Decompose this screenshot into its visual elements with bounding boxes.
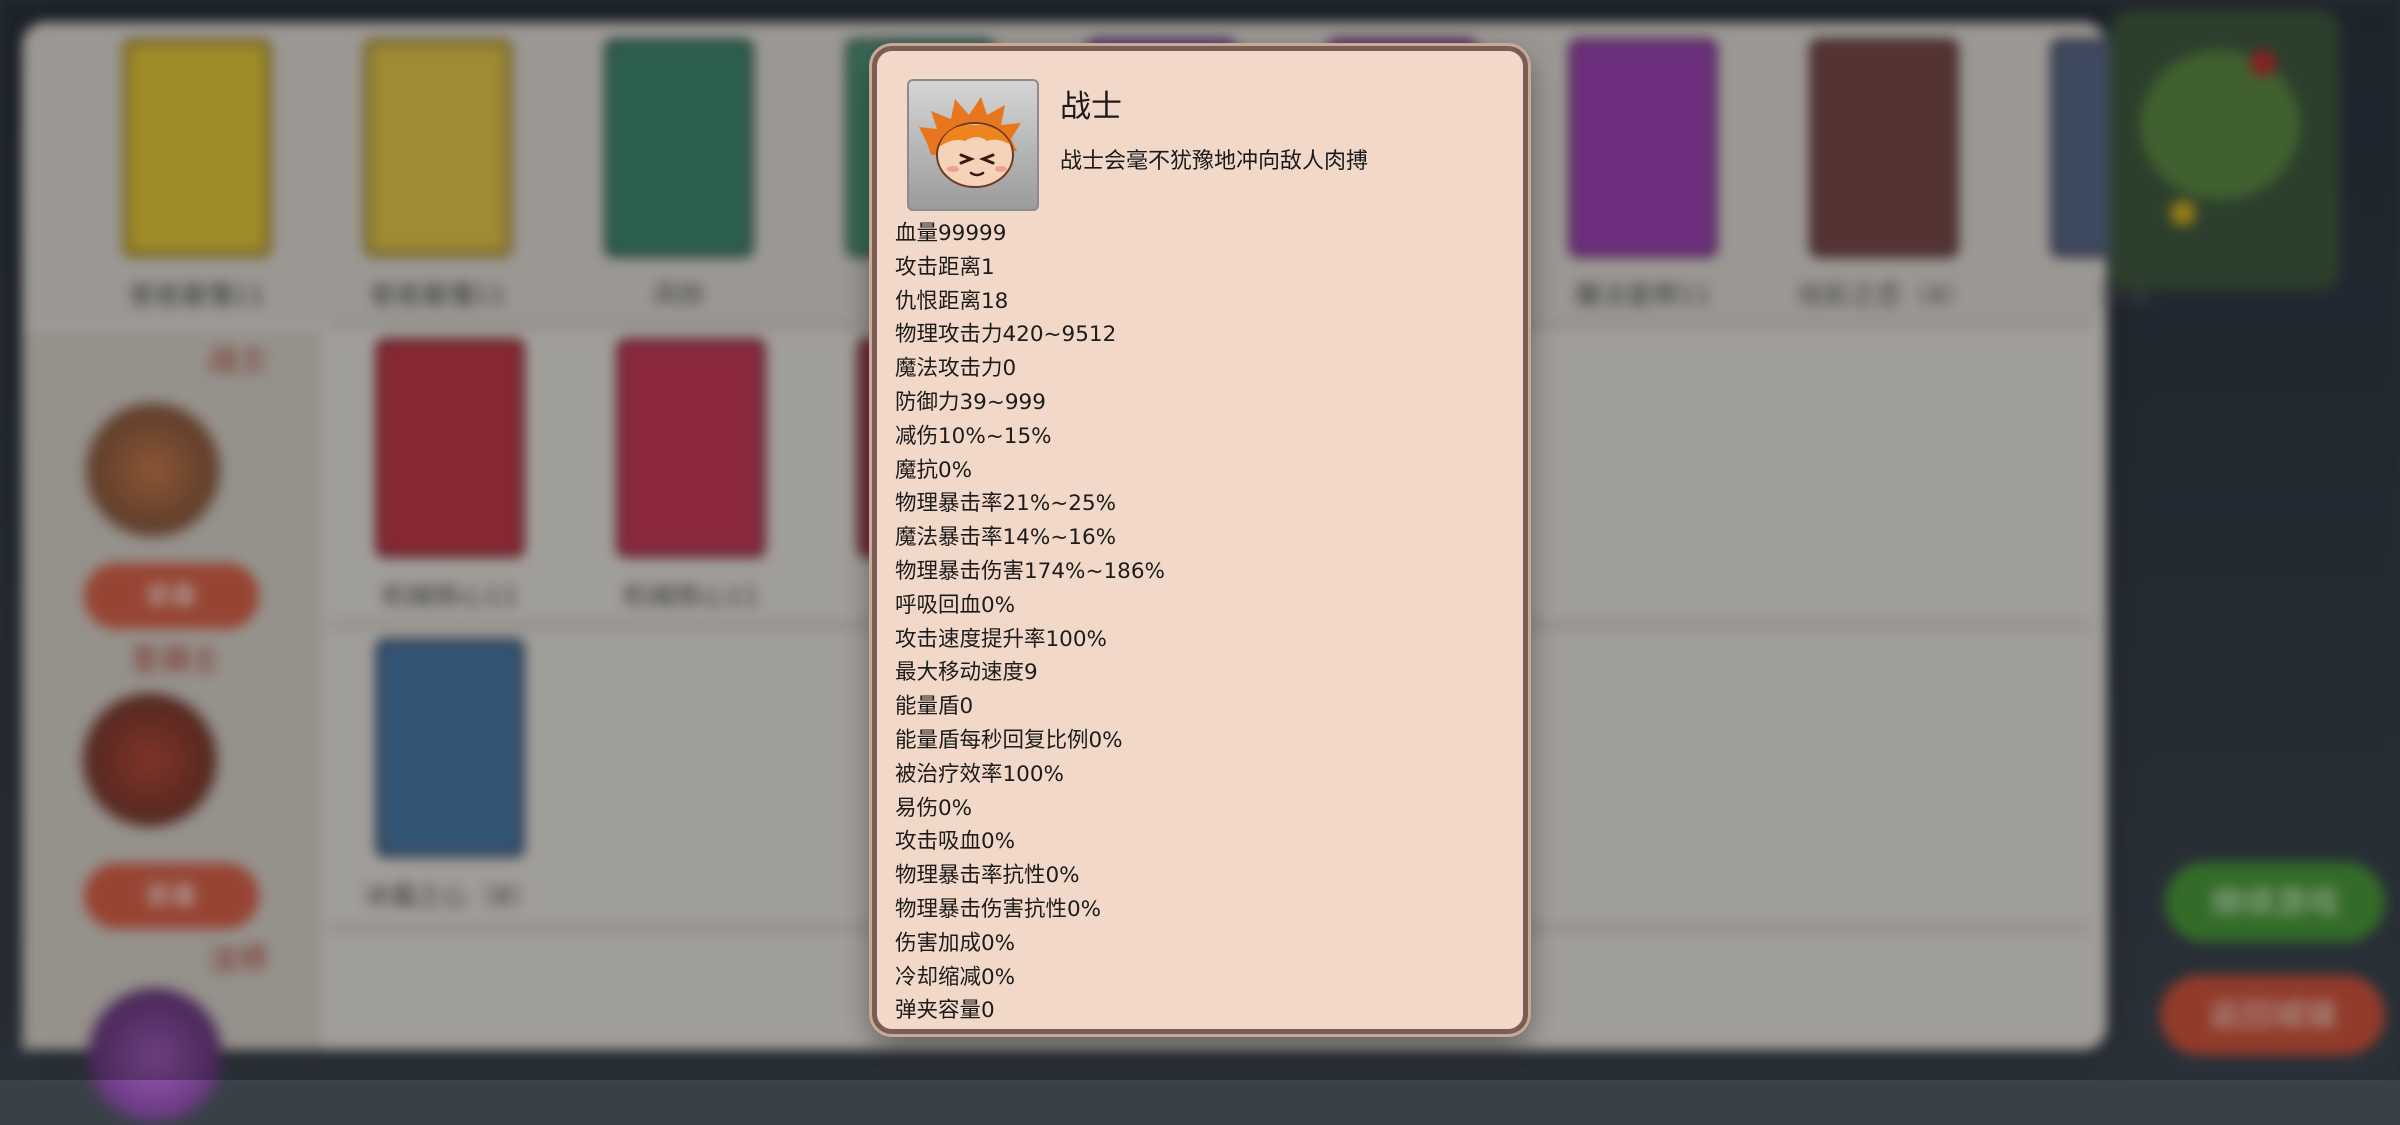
stat-line: 最大移动速度9 xyxy=(895,660,1038,686)
stat-line: 呼吸回血0% xyxy=(895,592,1016,618)
stat-line: 仇恨距离18 xyxy=(895,288,1009,314)
stat-line: 能量盾0 xyxy=(895,694,974,720)
stat-line: 攻击距离1 xyxy=(895,254,995,280)
stat-line: 攻击速度提升率100% xyxy=(895,626,1107,652)
stat-line: 易伤0% xyxy=(895,795,973,821)
unit-portrait xyxy=(907,79,1039,211)
stat-line: 被治疗效率100% xyxy=(895,761,1064,787)
stat-line: 物理暴击率21%~25% xyxy=(895,491,1117,517)
stat-line: 魔法攻击力0 xyxy=(895,356,1017,382)
stat-line: 魔抗0% xyxy=(895,457,973,483)
stat-line: 魔法暴击率14%~16% xyxy=(895,525,1117,551)
stat-line: 物理攻击力420~9512 xyxy=(895,322,1117,348)
stat-line: 能量盾每秒回复比例0% xyxy=(895,727,1123,753)
stat-line: 弹夹容量0 xyxy=(895,998,995,1024)
stat-line: 物理暴击伤害抗性0% xyxy=(895,896,1102,922)
stat-line: 减伤10%~15% xyxy=(895,423,1052,449)
stat-line: 物理暴击率抗性0% xyxy=(895,863,1080,889)
unit-stats-list: 血量99999 攻击距离1 仇恨距离18 物理攻击力420~9512 魔法攻击力0 防御力… xyxy=(895,217,1165,1028)
warrior-face-icon xyxy=(919,97,1021,188)
stat-line: 冷却缩减0% xyxy=(895,964,1016,990)
stat-line: 攻击吸血0% xyxy=(895,829,1016,855)
stat-line: 伤害加成0% xyxy=(895,930,1016,956)
unit-name: 战士 xyxy=(1060,89,1122,125)
stat-line: 血量99999 xyxy=(895,221,1007,246)
unit-description: 战士会毫不犹豫地冲向敌人肉搏 xyxy=(1060,149,1369,174)
stat-line: 防御力39~999 xyxy=(895,389,1046,415)
stat-line: 物理暴击伤害174%~186% xyxy=(895,558,1165,584)
unit-info-dialog: 战士 战士会毫不犹豫地冲向敌人肉搏 血量99999 攻击距离1 仇恨距离18 物理攻击… xyxy=(872,46,1528,1034)
